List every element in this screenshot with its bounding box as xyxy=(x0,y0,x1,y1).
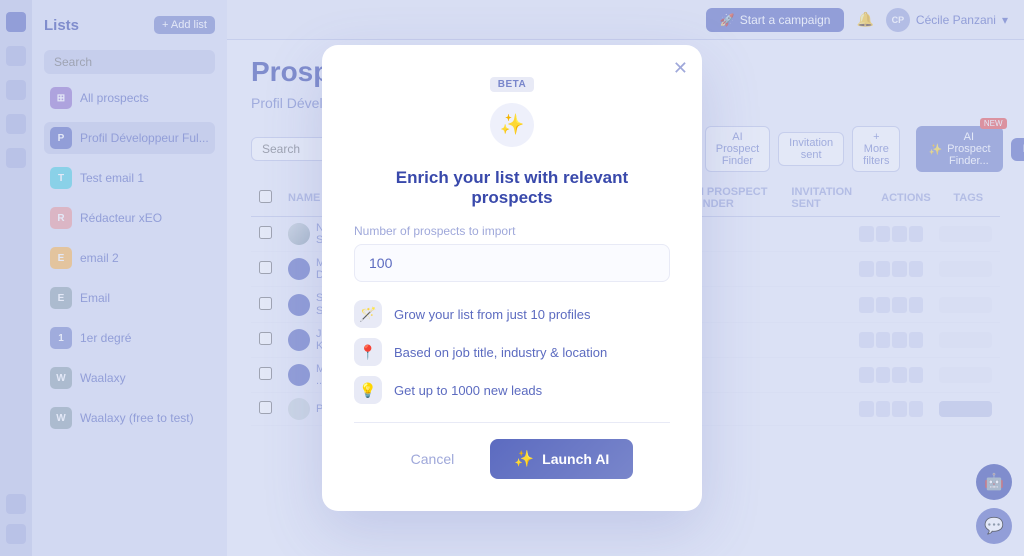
prospects-count-input[interactable] xyxy=(354,244,670,282)
modal-top: BETA ✨ xyxy=(354,77,670,150)
launch-ai-button[interactable]: ✨ Launch AI xyxy=(490,439,633,479)
modal-close-button[interactable]: ✕ xyxy=(673,59,688,77)
modal-input-group: Number of prospects to import xyxy=(354,224,670,282)
modal-input-label: Number of prospects to import xyxy=(354,224,670,238)
beta-badge: BETA xyxy=(490,77,534,92)
feature-grow: 🪄 Grow your list from just 10 profiles xyxy=(354,300,670,328)
modal-features: 🪄 Grow your list from just 10 profiles 📍… xyxy=(354,300,670,404)
bulb-icon: 💡 xyxy=(354,376,382,404)
modal-divider xyxy=(354,422,670,423)
sparkle-graphic: ✨ xyxy=(488,101,536,149)
svg-text:✨: ✨ xyxy=(500,113,525,136)
modal-actions: Cancel ✨ Launch AI xyxy=(354,439,670,479)
wand-icon: 🪄 xyxy=(354,300,382,328)
pin-icon: 📍 xyxy=(354,338,382,366)
cancel-button[interactable]: Cancel xyxy=(391,439,475,479)
modal-overlay: ✕ BETA ✨ Enrich your list with relevant … xyxy=(0,0,1024,556)
spark-icon: ✨ xyxy=(514,449,534,469)
ai-prospect-modal: ✕ BETA ✨ Enrich your list with relevant … xyxy=(322,45,702,511)
feature-based-on: 📍 Based on job title, industry & locatio… xyxy=(354,338,670,366)
modal-icon-area: ✨ xyxy=(487,100,537,150)
feature-leads: 💡 Get up to 1000 new leads xyxy=(354,376,670,404)
modal-title: Enrich your list with relevant prospects xyxy=(354,168,670,208)
